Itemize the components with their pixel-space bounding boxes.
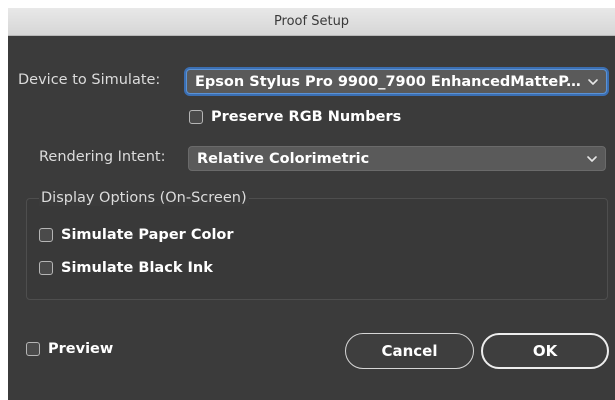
preserve-rgb-checkbox-row[interactable]: Preserve RGB Numbers bbox=[189, 109, 401, 125]
simulate-black-label: Simulate Black Ink bbox=[61, 260, 213, 276]
dialog-title: Proof Setup bbox=[273, 14, 350, 29]
preserve-rgb-label: Preserve RGB Numbers bbox=[211, 109, 402, 125]
ok-button[interactable]: OK bbox=[481, 333, 609, 369]
simulate-paper-label: Simulate Paper Color bbox=[61, 227, 234, 243]
title-bar: Proof Setup bbox=[8, 8, 615, 36]
device-to-simulate-value: Epson Stylus Pro 9900_7900 EnhancedMatte… bbox=[195, 73, 582, 90]
cancel-button[interactable]: Cancel bbox=[345, 333, 474, 369]
preview-checkbox-row[interactable]: Preview bbox=[26, 341, 113, 357]
chevron-down-icon bbox=[587, 156, 597, 162]
rendering-intent-label: Rendering Intent: bbox=[39, 149, 166, 165]
preserve-rgb-checkbox[interactable] bbox=[189, 110, 203, 124]
preview-checkbox[interactable] bbox=[26, 342, 40, 356]
simulate-black-checkbox[interactable] bbox=[39, 261, 53, 275]
device-to-simulate-label: Device to Simulate: bbox=[18, 72, 161, 88]
display-options-title: Display Options (On-Screen) bbox=[39, 190, 249, 206]
rendering-intent-value: Relative Colorimetric bbox=[197, 150, 370, 167]
simulate-black-checkbox-row[interactable]: Simulate Black Ink bbox=[39, 260, 213, 276]
chevron-down-icon bbox=[588, 79, 598, 85]
preview-label: Preview bbox=[48, 341, 114, 357]
device-to-simulate-select[interactable]: Epson Stylus Pro 9900_7900 EnhancedMatte… bbox=[186, 69, 607, 94]
display-options-group bbox=[26, 198, 608, 300]
proof-setup-dialog: Proof Setup Device to Simulate: Epson St… bbox=[8, 8, 615, 400]
simulate-paper-checkbox-row[interactable]: Simulate Paper Color bbox=[39, 227, 234, 243]
simulate-paper-checkbox[interactable] bbox=[39, 228, 53, 242]
rendering-intent-select[interactable]: Relative Colorimetric bbox=[188, 146, 606, 171]
